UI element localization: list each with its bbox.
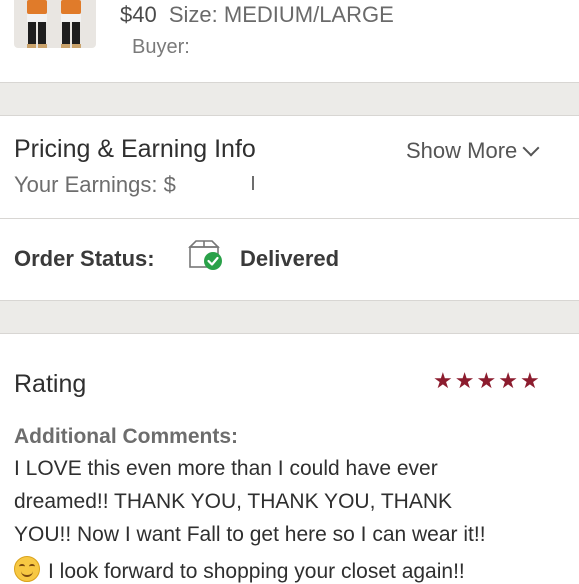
divider	[0, 333, 579, 334]
smiley-emoji-icon	[14, 556, 40, 582]
order-price-size: $40 Size: MEDIUM/LARGE	[120, 2, 394, 28]
redacted-buyer-name	[206, 36, 306, 86]
pricing-section-title: Pricing & Earning Info	[14, 135, 256, 163]
order-status-value: Delivered	[240, 246, 340, 271]
star-icon: ★	[454, 368, 475, 393]
product-thumbnail[interactable]	[14, 0, 96, 48]
product-image-figure	[24, 0, 50, 48]
star-icon: ★	[519, 368, 540, 393]
order-status-label: Order Status:	[14, 246, 155, 271]
chevron-down-icon	[522, 139, 540, 157]
order-size: Size: MEDIUM/LARGE	[168, 2, 394, 27]
star-icon: ★	[498, 368, 518, 393]
package-delivered-icon	[186, 238, 222, 272]
section-gap	[0, 83, 579, 115]
comment-line: I LOVE this even more than I could have …	[14, 457, 438, 480]
divider	[0, 218, 579, 219]
product-image-figure	[58, 0, 84, 48]
order-price: $40	[120, 2, 157, 27]
section-gap	[0, 301, 579, 333]
star-icon: ★	[476, 368, 497, 393]
earnings-label: Your Earnings: $	[14, 172, 176, 197]
divider	[0, 115, 579, 116]
star-icon: ★	[433, 368, 453, 393]
rating-section-title: Rating	[14, 370, 87, 398]
earnings-paren-fragment	[252, 176, 254, 190]
show-more-label: Show More	[406, 138, 518, 163]
redacted-earnings	[192, 168, 254, 228]
comment-line: dreamed!! THANK YOU, THANK YOU, THANK	[14, 490, 453, 513]
show-more-button[interactable]: Show More	[406, 138, 540, 164]
rating-stars: ★ ★ ★ ★ ★	[433, 370, 540, 392]
additional-comments-label: Additional Comments:	[14, 425, 238, 448]
comment-line: YOU!! Now I want Fall to get here so I c…	[14, 523, 486, 546]
buyer-label: Buyer:	[132, 36, 190, 58]
